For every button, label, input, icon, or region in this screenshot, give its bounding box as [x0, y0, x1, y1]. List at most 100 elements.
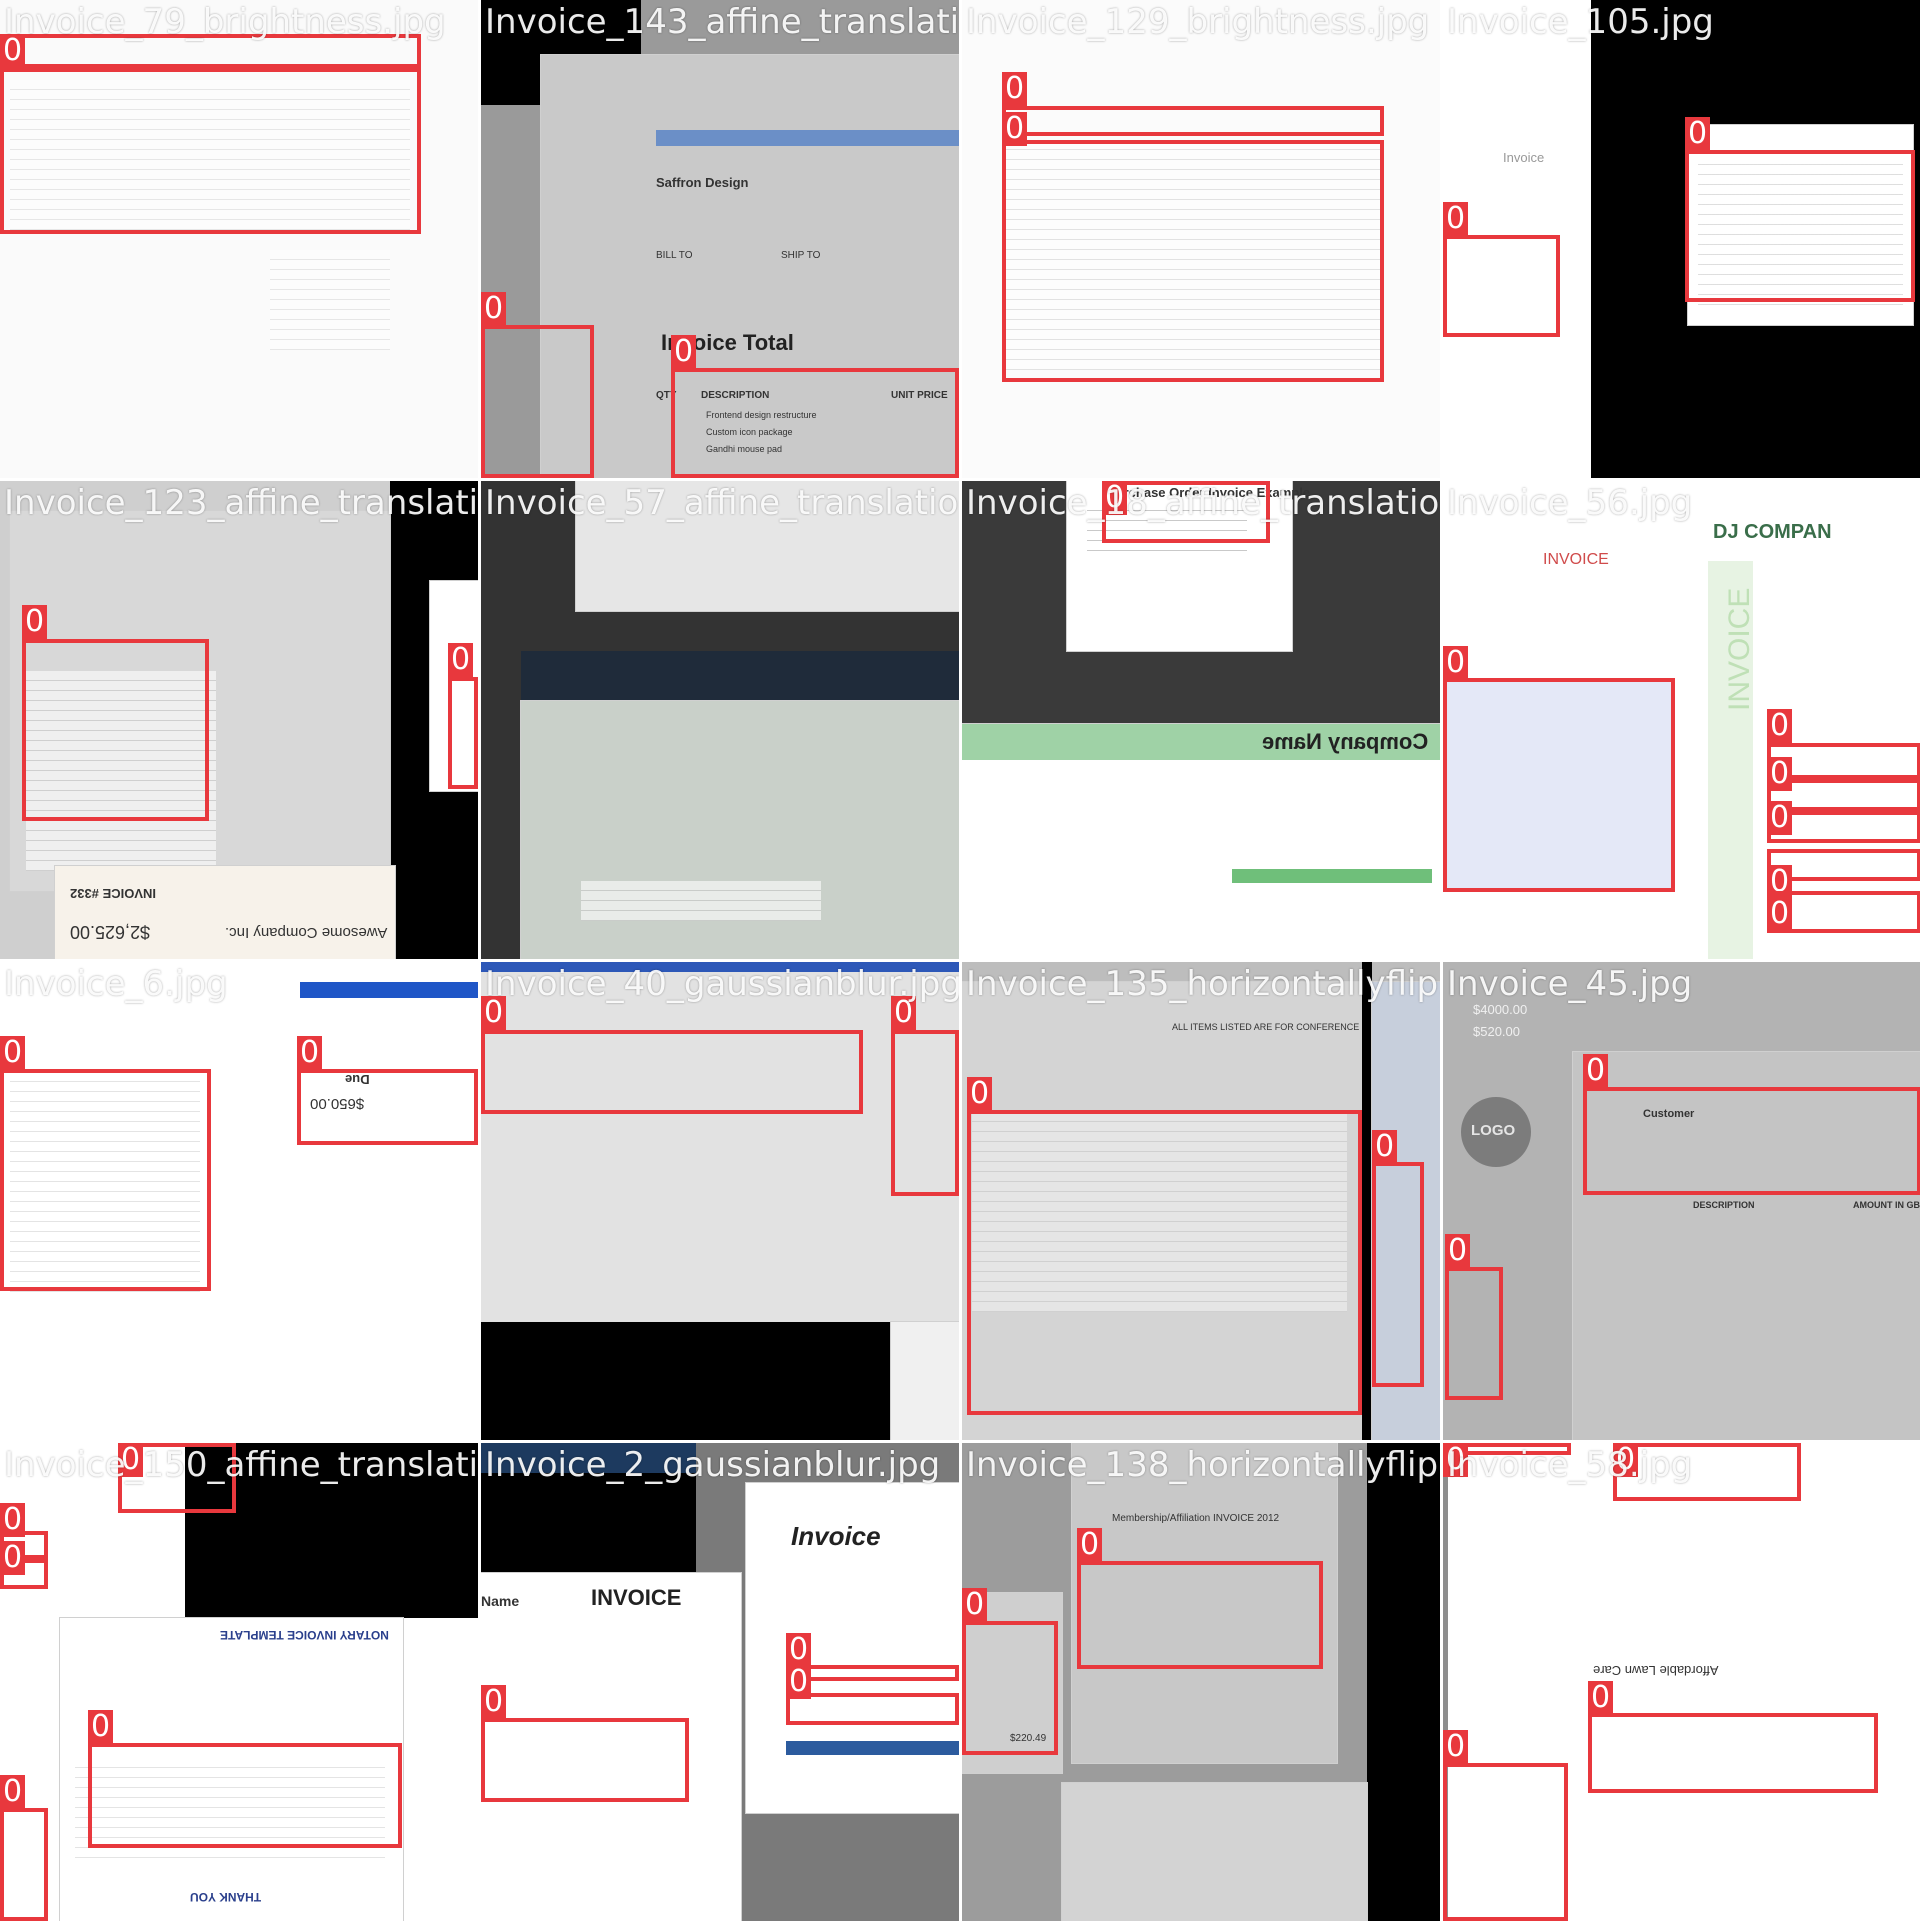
detection-box	[481, 325, 594, 478]
tile-invoice-45: $4000.00 $520.00 LOGO Customer DESCRIPTI…	[1443, 962, 1920, 1440]
box-label: 0	[1372, 1130, 1398, 1164]
amount-text: $4000.00	[1473, 1002, 1528, 1017]
box-label: 0	[671, 335, 697, 369]
bill-to-label: BILL TO	[656, 250, 693, 261]
tile-invoice-138: Membership/Affiliation INVOICE 2012 $220…	[962, 1443, 1440, 1921]
detection-box	[671, 368, 959, 478]
invoice-heading: INVOICE	[1543, 551, 1609, 568]
tile-invoice-58: Affordable Lawn Care 0 0 0 0 Invoice_58.…	[1443, 1443, 1920, 1921]
detection-box	[0, 1069, 211, 1291]
detection-box	[786, 1693, 959, 1725]
invoice-heading: Invoice	[1503, 150, 1545, 165]
box-label: 0	[481, 1685, 507, 1719]
box-label: 0	[1588, 1681, 1614, 1715]
blue-bar	[300, 982, 478, 998]
tile-title: Invoice_56.jpg	[1447, 483, 1693, 523]
ship-to-label: SHIP TO	[781, 250, 821, 261]
box-label: 0	[1443, 1730, 1469, 1764]
tile-invoice-129: 0 0 Invoice_129_brightness.jpg	[962, 0, 1440, 478]
document-page	[521, 701, 959, 959]
box-label: 0	[1685, 117, 1711, 151]
tile-invoice-143: Saffron Design BILL TO SHIP TO Invoice T…	[481, 0, 959, 478]
box-label: 0	[0, 1775, 26, 1809]
invoice-heading: INVOICE	[591, 1585, 682, 1610]
box-label: 0	[0, 1503, 26, 1537]
box-label: 0	[88, 1710, 114, 1744]
box-label: 0	[1002, 112, 1028, 146]
tile-invoice-2: Name INVOICE Invoice 0 0 0 Invoice_2_gau…	[481, 1443, 959, 1921]
tile-title: Invoice_105.jpg	[1447, 2, 1714, 42]
tile-title: Invoice_79_brightness.jpg	[4, 2, 446, 42]
box-label: 0	[1767, 709, 1793, 743]
detection-box	[0, 68, 421, 234]
detection-box	[1002, 140, 1384, 382]
tile-invoice-18: Company Name Purchase Order Invoice Exam…	[962, 481, 1440, 959]
detection-box	[1445, 1267, 1503, 1400]
detection-box	[962, 1621, 1058, 1755]
document-page	[891, 1322, 959, 1440]
dark-band	[521, 651, 959, 701]
tile-title: Invoice_6.jpg	[4, 964, 228, 1004]
client-name: Awesome Company Inc.	[225, 924, 388, 941]
tile-title: Invoice_57_affine_translation.jpg	[485, 483, 959, 523]
document-page	[1062, 1783, 1367, 1921]
tile-title: Invoice_45.jpg	[1447, 964, 1693, 1004]
notary-title: NOTARY INVOICE TEMPLATE	[220, 1628, 389, 1642]
description-header: DESCRIPTION	[1693, 1200, 1755, 1210]
membership-title: Membership/Affiliation INVOICE 2012	[1112, 1513, 1280, 1524]
black-region	[481, 1473, 696, 1573]
detection-box	[297, 1069, 478, 1145]
box-label: 0	[481, 292, 507, 326]
tile-invoice-6: Due $650.00 0 0 Invoice_6.jpg	[0, 962, 478, 1440]
amount-header: AMOUNT IN GBP	[1853, 1200, 1920, 1210]
table-header	[786, 1741, 959, 1755]
box-label: 0	[0, 1541, 26, 1575]
tile-invoice-123: INVOICE #332 $2,625.00 Awesome Company I…	[0, 481, 478, 959]
box-label: 0	[1445, 1234, 1471, 1268]
detection-box	[481, 1030, 863, 1114]
detection-box	[1372, 1162, 1424, 1387]
document-page: Company Name	[962, 724, 1440, 959]
detection-box	[891, 1030, 959, 1196]
tile-invoice-105: Invoice 0 0 Invoice_105.jpg	[1443, 0, 1920, 478]
thank-you: THANK YOU	[190, 1890, 262, 1904]
box-label: 0	[1077, 1528, 1103, 1562]
vertical-invoice: INVOICE	[1723, 587, 1756, 711]
invoice-number: INVOICE #332	[70, 886, 156, 901]
tile-title: Invoice_18_affine_translation.jpg	[966, 483, 1440, 523]
detection-box	[1685, 150, 1915, 302]
invoice-heading: Invoice	[791, 1521, 881, 1551]
detection-box	[967, 1110, 1362, 1415]
company-name: Saffron Design	[656, 175, 749, 190]
box-label: 0	[1583, 1054, 1609, 1088]
tile-title: Invoice_150_affine_translation.jpg	[4, 1445, 478, 1485]
tile-invoice-40: 0 0 Invoice_40_gaussianblur.jpg	[481, 962, 959, 1440]
tile-invoice-57: Invoice_57_affine_translation.jpg	[481, 481, 959, 959]
box-label: 0	[297, 1036, 323, 1070]
box-label: 0	[22, 605, 48, 639]
detection-box	[448, 677, 478, 789]
box-label: 0	[1443, 646, 1469, 680]
totals-lines	[270, 250, 390, 350]
detection-box	[22, 639, 209, 821]
company-name: Affordable Lawn Care	[1593, 1663, 1719, 1678]
green-bar	[1232, 869, 1432, 883]
amount-text: $520.00	[1473, 1024, 1520, 1039]
balance-amount: $2,625.00	[70, 922, 151, 942]
box-label: 0	[786, 1633, 812, 1667]
box-label: 0	[967, 1077, 993, 1111]
detection-box	[481, 1718, 689, 1802]
black-region	[1367, 1443, 1440, 1921]
tile-title: Invoice_123_affine_translation.jpg	[4, 483, 478, 523]
black-region	[1362, 962, 1372, 1440]
document-page: INVOICE #332 $2,625.00 Awesome Company I…	[55, 866, 395, 959]
tile-invoice-150: NOTARY INVOICE TEMPLATE THANK YOU 0 0 0 …	[0, 1443, 478, 1921]
tile-invoice-56: INVOICE DJ COMPAN INVOICE 0 0 0 0 0 0 In…	[1443, 481, 1920, 959]
company-name: DJ COMPAN	[1713, 521, 1832, 543]
detection-box	[1583, 1087, 1920, 1195]
detection-box	[88, 1743, 402, 1848]
detection-box	[0, 1808, 48, 1921]
logo-text: LOGO	[1471, 1122, 1516, 1139]
detection-box	[1588, 1713, 1878, 1793]
tile-invoice-135: ALL ITEMS LISTED ARE FOR CONFERENCE USE …	[962, 962, 1440, 1440]
